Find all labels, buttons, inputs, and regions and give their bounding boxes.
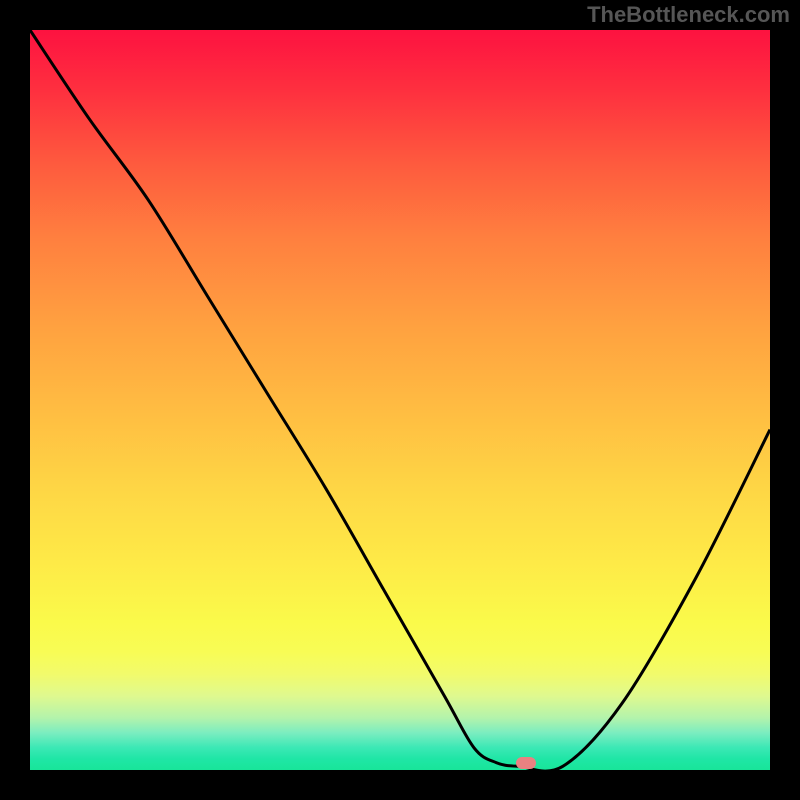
curve-svg xyxy=(30,30,770,770)
optimal-marker xyxy=(516,757,536,769)
bottleneck-curve-path xyxy=(30,30,770,770)
plot-area xyxy=(30,30,770,770)
chart-container: TheBottleneck.com xyxy=(0,0,800,800)
watermark-text: TheBottleneck.com xyxy=(587,2,790,28)
